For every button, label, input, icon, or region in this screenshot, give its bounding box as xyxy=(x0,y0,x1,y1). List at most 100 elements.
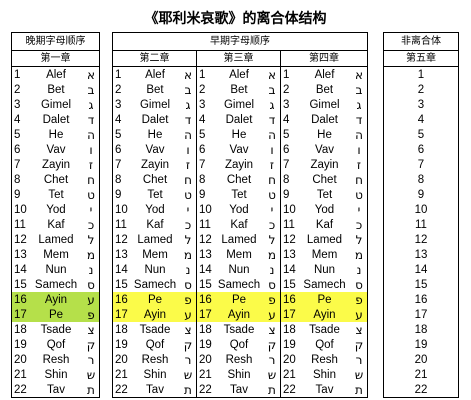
hebrew-letter: ח xyxy=(184,172,192,187)
non-acrostic-table: 非离合体 第五章 1 2 3 4 5 6 7 8 9 10 11 12 13 14 15 16 17 18 19 20… xyxy=(383,32,459,398)
hebrew-letter: ז xyxy=(88,157,94,172)
table-row: 20 Resh ר xyxy=(197,352,280,367)
hebrew-letter: ד xyxy=(355,112,363,127)
row-number: 7 xyxy=(14,158,21,171)
letter-name: Tet xyxy=(147,188,163,201)
hebrew-letter: א xyxy=(267,67,277,82)
row-number: 12 xyxy=(14,233,27,246)
row-number: 13 xyxy=(14,248,27,261)
table-row: 1 Alef א xyxy=(281,67,367,82)
table-row: 5 He ה xyxy=(281,127,367,142)
letter-name: Chet xyxy=(43,173,69,186)
row-number: 1 xyxy=(199,68,206,81)
letter-name: Resh xyxy=(42,353,70,366)
chapter-3-column: 1 Alef א 2 Bet ב 3 Gimel ג 4 Dalet ד 5 He ה 6 Vav ו 7 Zayin… xyxy=(197,67,281,397)
letter-name: Bet xyxy=(146,83,164,96)
row-number: 15 xyxy=(14,278,27,291)
row-number: 21 xyxy=(414,368,428,381)
table-row: 2 Bet ב xyxy=(12,82,99,97)
table-row: 2 Bet ב xyxy=(113,82,196,97)
row-number: 13 xyxy=(199,248,212,261)
table-row: 14 Nun נ xyxy=(197,262,280,277)
table-row: 14 Nun נ xyxy=(281,262,367,277)
letter-name: Nun xyxy=(144,263,166,276)
row-number: 22 xyxy=(115,383,128,396)
row-number: 16 xyxy=(414,293,428,306)
letter-name: Pe xyxy=(147,293,163,306)
hebrew-letter: ב xyxy=(184,82,192,97)
letter-name: Yod xyxy=(314,203,335,216)
letter-name: Tsade xyxy=(223,323,255,336)
table-row: 12 Lamed ל xyxy=(197,232,280,247)
chapter-4-column: 1 Alef א 2 Bet ב 3 Gimel ג 4 Dalet ד 5 He ה 6 Vav ו 7 Zayin… xyxy=(281,67,367,397)
letter-name: Tet xyxy=(48,188,64,201)
letter-name: Lamed xyxy=(221,233,257,246)
table-row: 21 Shin ש xyxy=(197,367,280,382)
letter-name: Mem xyxy=(226,248,252,261)
table-row: 20 Resh ר xyxy=(281,352,367,367)
row-number: 12 xyxy=(414,233,428,246)
table-row: 11 Kaf כ xyxy=(113,217,196,232)
hebrew-letter: ה xyxy=(184,127,192,142)
row-number: 20 xyxy=(414,353,428,366)
letter-name: Chet xyxy=(312,173,337,186)
letter-name: Tav xyxy=(146,383,164,396)
row-number: 18 xyxy=(283,323,296,336)
hebrew-letter: נ xyxy=(356,262,362,277)
row-number: 4 xyxy=(115,113,122,126)
non-acrostic-header: 非离合体 xyxy=(384,33,458,51)
table-row: 14 Nun נ xyxy=(12,262,99,277)
chapter-2-header: 第二章 xyxy=(113,51,197,66)
hebrew-letter: ח xyxy=(87,172,95,187)
hebrew-letter: ד xyxy=(184,112,192,127)
table-row: 8 Chet ח xyxy=(281,172,367,187)
row-number: 1 xyxy=(283,68,290,81)
row-number: 6 xyxy=(115,143,122,156)
row-number: 9 xyxy=(417,188,425,201)
row-number: 18 xyxy=(199,323,212,336)
row-number: 13 xyxy=(414,248,428,261)
letter-name: Dalet xyxy=(311,113,338,126)
row-number: 22 xyxy=(414,383,428,396)
table-row: 10 Yod י xyxy=(113,202,196,217)
letter-name: Alef xyxy=(46,68,66,81)
table-row: 15 Samech ס xyxy=(281,277,367,292)
letter-name: Chet xyxy=(142,173,168,186)
row-number: 12 xyxy=(283,233,296,246)
table-row: 17 Pe פ xyxy=(12,307,99,322)
hebrew-letter: פ xyxy=(87,307,95,322)
letter-name: Samech xyxy=(34,278,78,291)
table-row: 9 Tet ט xyxy=(113,187,196,202)
row-number: 17 xyxy=(115,308,128,321)
table-row: 7 Zayin ז xyxy=(113,157,196,172)
row-number: 4 xyxy=(417,113,425,126)
hebrew-letter: א xyxy=(354,67,364,82)
row-number: 8 xyxy=(115,173,122,186)
table-row: 10 Yod י xyxy=(12,202,99,217)
letter-name: Resh xyxy=(141,353,169,366)
row-number: 15 xyxy=(199,278,212,291)
letter-name: Bet xyxy=(315,83,334,96)
table-row: 11 xyxy=(384,217,458,232)
row-number: 21 xyxy=(283,368,296,381)
letter-name: Chet xyxy=(226,173,252,186)
hebrew-letter: ה xyxy=(268,127,276,142)
row-number: 21 xyxy=(199,368,212,381)
letter-name: Yod xyxy=(46,203,66,216)
table-row: 10 xyxy=(384,202,458,217)
row-number: 6 xyxy=(283,143,290,156)
letter-name: Ayin xyxy=(313,308,336,321)
row-number: 9 xyxy=(199,188,206,201)
table-row: 19 Qof ק xyxy=(12,337,99,352)
table-row: 21 Shin ש xyxy=(12,367,99,382)
hebrew-letter: ש xyxy=(354,367,364,382)
hebrew-letter: ק xyxy=(354,337,364,352)
hebrew-letter: ש xyxy=(267,367,277,382)
letter-name: Mem xyxy=(43,248,69,261)
row-number: 19 xyxy=(115,338,128,351)
row-number: 19 xyxy=(283,338,296,351)
table-row: 1 Alef א xyxy=(197,67,280,82)
hebrew-letter: ד xyxy=(268,112,276,127)
letter-name: He xyxy=(317,128,332,141)
row-number: 19 xyxy=(414,338,428,351)
